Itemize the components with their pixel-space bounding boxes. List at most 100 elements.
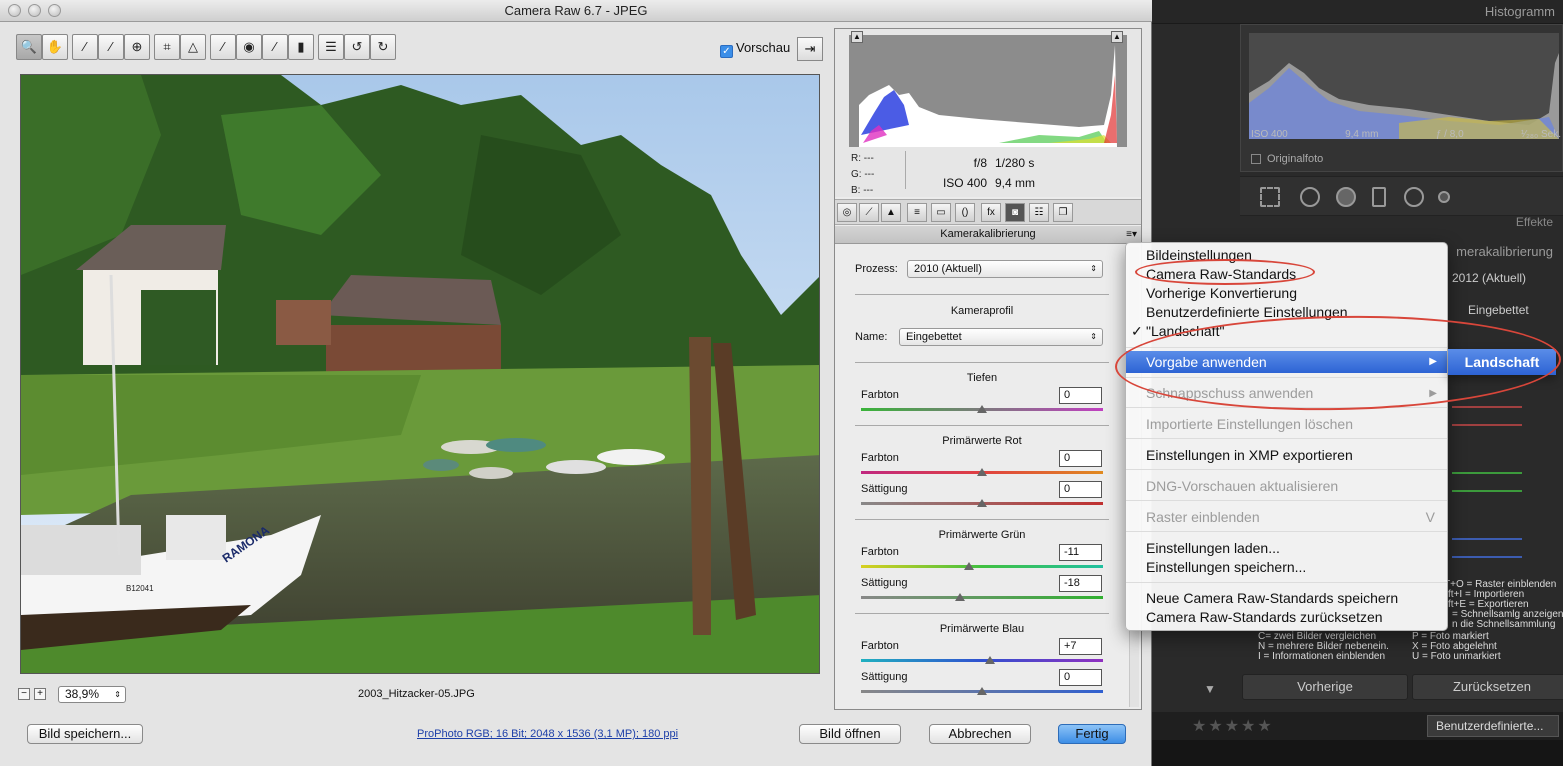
slider-thumb[interactable] (977, 499, 987, 507)
tab-presets-icon[interactable]: ☷ (1029, 203, 1049, 222)
lr-slider[interactable] (1452, 556, 1522, 558)
menu-item-save-new-defaults[interactable]: Neue Camera Raw-Standards speichern (1126, 589, 1447, 608)
chevron-down-icon[interactable]: ▼ (1204, 682, 1216, 696)
lr-slider[interactable] (1452, 406, 1522, 408)
open-image-button[interactable]: Bild öffnen (799, 724, 901, 744)
slider-thumb[interactable] (985, 656, 995, 664)
menu-item-reset-defaults[interactable]: Camera Raw-Standards zurücksetzen (1126, 608, 1447, 627)
red-saturation-input[interactable]: 0 (1059, 481, 1102, 498)
menu-item-show-grid: Raster einblenden V (1126, 508, 1447, 527)
rgb-readout: R: --- G: --- B: --- (851, 151, 874, 199)
tab-basic-icon[interactable]: ◎ (837, 203, 857, 222)
lr-process-value[interactable]: 2012 (Aktuell) (1452, 271, 1526, 285)
tab-snapshots-icon[interactable]: ❐ (1053, 203, 1073, 222)
lr-filter-dropdown[interactable]: Benutzerdefinierte... (1427, 715, 1559, 737)
rating-stars-icon[interactable]: ★★★★★ (1192, 716, 1274, 736)
minimize-icon[interactable] (28, 4, 41, 17)
adjustment-brush-icon[interactable] (1438, 191, 1450, 203)
save-image-button[interactable]: Bild speichern... (27, 724, 143, 744)
profile-name-select[interactable]: Eingebettet ⇕ (899, 328, 1103, 346)
tab-effects-icon[interactable]: fx (981, 203, 1001, 222)
straighten-tool-icon[interactable]: △ (180, 34, 206, 60)
shadow-clipping-icon[interactable]: ▲ (851, 31, 863, 43)
preferences-tool-icon[interactable]: ☰ (318, 34, 344, 60)
close-icon[interactable] (8, 4, 21, 17)
blue-saturation-input[interactable]: 0 (1059, 669, 1102, 686)
tab-camera-calibration-icon[interactable]: ◙ (1005, 203, 1025, 222)
done-button[interactable]: Fertig (1058, 724, 1126, 744)
red-eye-tool-icon[interactable]: ◉ (236, 34, 262, 60)
rotate-ccw-icon[interactable]: ↺ (344, 34, 370, 60)
color-sampler-tool-icon[interactable]: ⁄ (98, 34, 124, 60)
hand-tool-icon[interactable]: ✋ (42, 34, 68, 60)
preview-checkbox[interactable]: ✓ Vorschau (720, 40, 790, 58)
blue-hue-slider[interactable] (861, 659, 1103, 662)
lr-slider[interactable] (1452, 538, 1522, 540)
menu-item-camera-raw-defaults[interactable]: Camera Raw-Standards (1126, 265, 1447, 284)
zoom-window-icon[interactable] (48, 4, 61, 17)
workflow-options-link[interactable]: ProPhoto RGB; 16 Bit; 2048 x 1536 (3,1 M… (417, 728, 678, 740)
lr-previous-button[interactable]: Vorherige (1242, 674, 1408, 700)
fullscreen-toggle-icon[interactable]: ⇥ (797, 37, 823, 61)
crop-tool-icon[interactable]: ⌗ (154, 34, 180, 60)
lr-reset-button[interactable]: Zurücksetzen (1412, 674, 1563, 700)
slider-thumb[interactable] (964, 562, 974, 570)
spot-removal-tool-icon[interactable]: ∕ (210, 34, 236, 60)
panel-menu-icon[interactable]: ≡▾ (1126, 226, 1137, 243)
tab-tone-curve-icon[interactable]: ⟋ (859, 203, 879, 222)
preview-label: Vorschau (736, 40, 791, 55)
lr-slider[interactable] (1452, 472, 1522, 474)
lr-aperture: ƒ / 8,0 (1435, 129, 1464, 140)
adjustment-brush-tool-icon[interactable]: ∕ (262, 34, 288, 60)
menu-item-image-settings[interactable]: Bildeinstellungen (1126, 246, 1447, 265)
shadows-tint-input[interactable]: 0 (1059, 387, 1102, 404)
cancel-button[interactable]: Abbrechen (929, 724, 1031, 744)
submenu-item-landscape[interactable]: Landschaft (1448, 349, 1556, 375)
lr-slider[interactable] (1452, 490, 1522, 492)
green-saturation-input[interactable]: -18 (1059, 575, 1102, 592)
tab-hsl-icon[interactable]: ≡ (907, 203, 927, 222)
white-balance-tool-icon[interactable]: ⁄ (72, 34, 98, 60)
slider-thumb[interactable] (977, 687, 987, 695)
graduated-filter-icon[interactable] (1372, 187, 1386, 207)
profile-name-label: Name: (855, 331, 888, 343)
green-saturation-slider[interactable] (861, 596, 1103, 599)
menu-item-previous-conversion[interactable]: Vorherige Konvertierung (1126, 284, 1447, 303)
green-hue-input[interactable]: -11 (1059, 544, 1102, 561)
lr-original-photo-toggle[interactable]: Originalfoto (1251, 153, 1323, 165)
red-hue-input[interactable]: 0 (1059, 450, 1102, 467)
zoom-tool-icon[interactable]: 🔍 (16, 34, 42, 60)
menu-item-export-xmp[interactable]: Einstellungen in XMP exportieren (1126, 446, 1447, 465)
zoom-out-icon[interactable]: − (18, 688, 30, 700)
zoom-in-icon[interactable]: + (34, 688, 46, 700)
menu-item-landscape-preset[interactable]: ✓ "Landschaft" (1126, 322, 1447, 341)
zoom-level-select[interactable]: 38,9% ⇕ (58, 686, 126, 703)
lr-slider[interactable] (1452, 424, 1522, 426)
radial-filter-icon[interactable] (1404, 187, 1424, 207)
tab-detail-icon[interactable]: ▲ (881, 203, 901, 222)
target-adjustment-tool-icon[interactable]: ⊕ (124, 34, 150, 60)
process-select[interactable]: 2010 (Aktuell) ⇕ (907, 260, 1103, 278)
slider-thumb[interactable] (977, 468, 987, 476)
lr-profile-value[interactable]: Eingebettet (1468, 303, 1529, 317)
lr-filmstrip-bar: ★★★★★ Benutzerdefinierte... (1152, 712, 1563, 740)
menu-item-load-settings[interactable]: Einstellungen laden... (1126, 539, 1447, 558)
menu-item-custom-settings[interactable]: Benutzerdefinierte Einstellungen (1126, 303, 1447, 322)
slider-thumb[interactable] (955, 593, 965, 601)
spot-removal-icon[interactable] (1300, 187, 1320, 207)
photo-preview[interactable]: RAMONA B12041 (20, 74, 820, 674)
tab-split-toning-icon[interactable]: ▭ (931, 203, 951, 222)
aperture: f/8 (973, 156, 987, 170)
blue-hue-input[interactable]: +7 (1059, 638, 1102, 655)
slider-thumb[interactable] (977, 405, 987, 413)
tab-lens-icon[interactable]: () (955, 203, 975, 222)
lr-effects-heading: Effekte (1515, 215, 1553, 229)
red-eye-icon[interactable] (1336, 187, 1356, 207)
menu-item-save-settings[interactable]: Einstellungen speichern... (1126, 558, 1447, 577)
crop-overlay-icon[interactable] (1260, 187, 1280, 207)
menu-item-apply-preset[interactable]: Vorgabe anwenden ▶ (1126, 351, 1447, 373)
rotate-cw-icon[interactable]: ↻ (370, 34, 396, 60)
highlight-clipping-icon[interactable]: ▲ (1111, 31, 1123, 43)
graduated-filter-tool-icon[interactable]: ▮ (288, 34, 314, 60)
green-hue-slider[interactable] (861, 565, 1103, 568)
